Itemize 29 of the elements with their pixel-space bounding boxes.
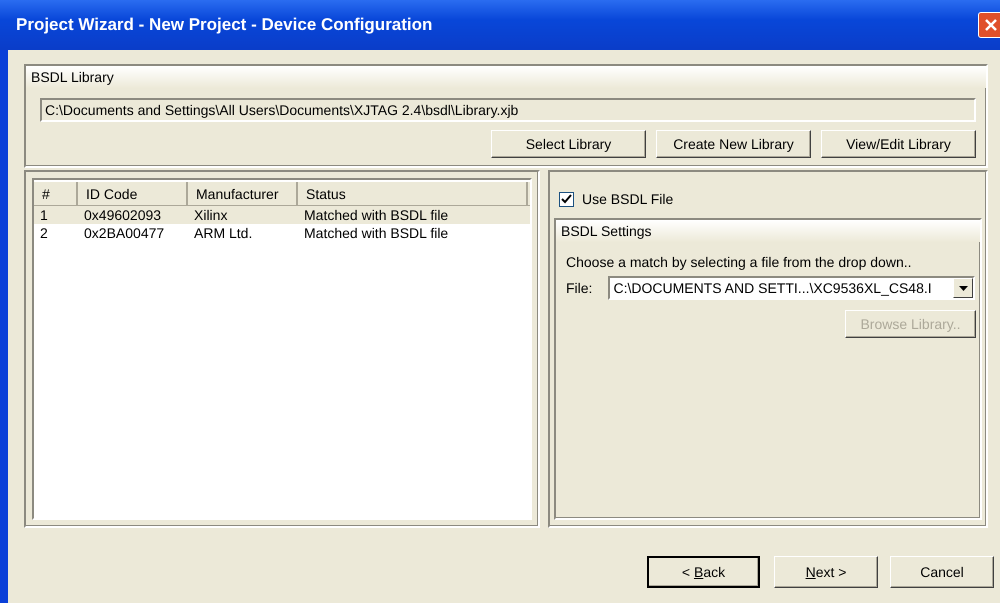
check-icon xyxy=(561,194,572,204)
group-heading: BSDL Library xyxy=(31,69,114,85)
close-icon xyxy=(984,18,998,32)
library-button[interactable]: Select Library xyxy=(491,130,646,158)
table-cell-text: Matched with BSDL file xyxy=(303,225,450,241)
table-cell-text: Xilinx xyxy=(193,207,228,223)
group-heading: BSDL Settings xyxy=(561,223,652,239)
table-cell-text: Matched with BSDL file xyxy=(303,207,450,223)
table-cell-text: 2 xyxy=(39,225,49,241)
nav-button[interactable]: Cancel xyxy=(890,556,994,588)
dropdown-arrow-icon xyxy=(958,286,968,290)
table-cell-text: ARM Ltd. xyxy=(193,225,254,241)
window-title: Project Wizard - New Project - Device Configuration xyxy=(16,15,432,35)
nav-button[interactable]: < Back xyxy=(647,556,760,588)
hint-text: Choose a match by selecting a file from the drop down.. xyxy=(566,254,913,270)
device-row[interactable]: 2 0x2BA00477 ARM Ltd. Matched with BSDL file xyxy=(34,224,530,242)
device-row[interactable]: 1 0x49602093 Xilinx Matched with BSDL file xyxy=(34,206,530,224)
file-dropdown[interactable]: C:\DOCUMENTS AND SETTI...\XC9536XL_CS48.I xyxy=(608,276,975,300)
table-cell-text: 1 xyxy=(39,207,49,223)
library-button[interactable]: View/Edit Library xyxy=(821,130,976,158)
close-button[interactable] xyxy=(978,12,1000,38)
table-cell-text: 0x2BA00477 xyxy=(83,225,166,241)
file-label: File: xyxy=(566,280,592,296)
use-bsdl-checkbox[interactable] xyxy=(559,192,574,206)
table-cell-text: 0x49602093 xyxy=(83,207,162,223)
path-field[interactable]: C:\Documents and Settings\All Users\Documents\XJTAG 2.4\bsdl\Library.xjb xyxy=(40,98,976,122)
library-button[interactable]: Create New Library xyxy=(656,130,811,158)
nav-button[interactable]: Next > xyxy=(774,556,878,588)
checkbox-label: Use BSDL File xyxy=(582,191,674,207)
